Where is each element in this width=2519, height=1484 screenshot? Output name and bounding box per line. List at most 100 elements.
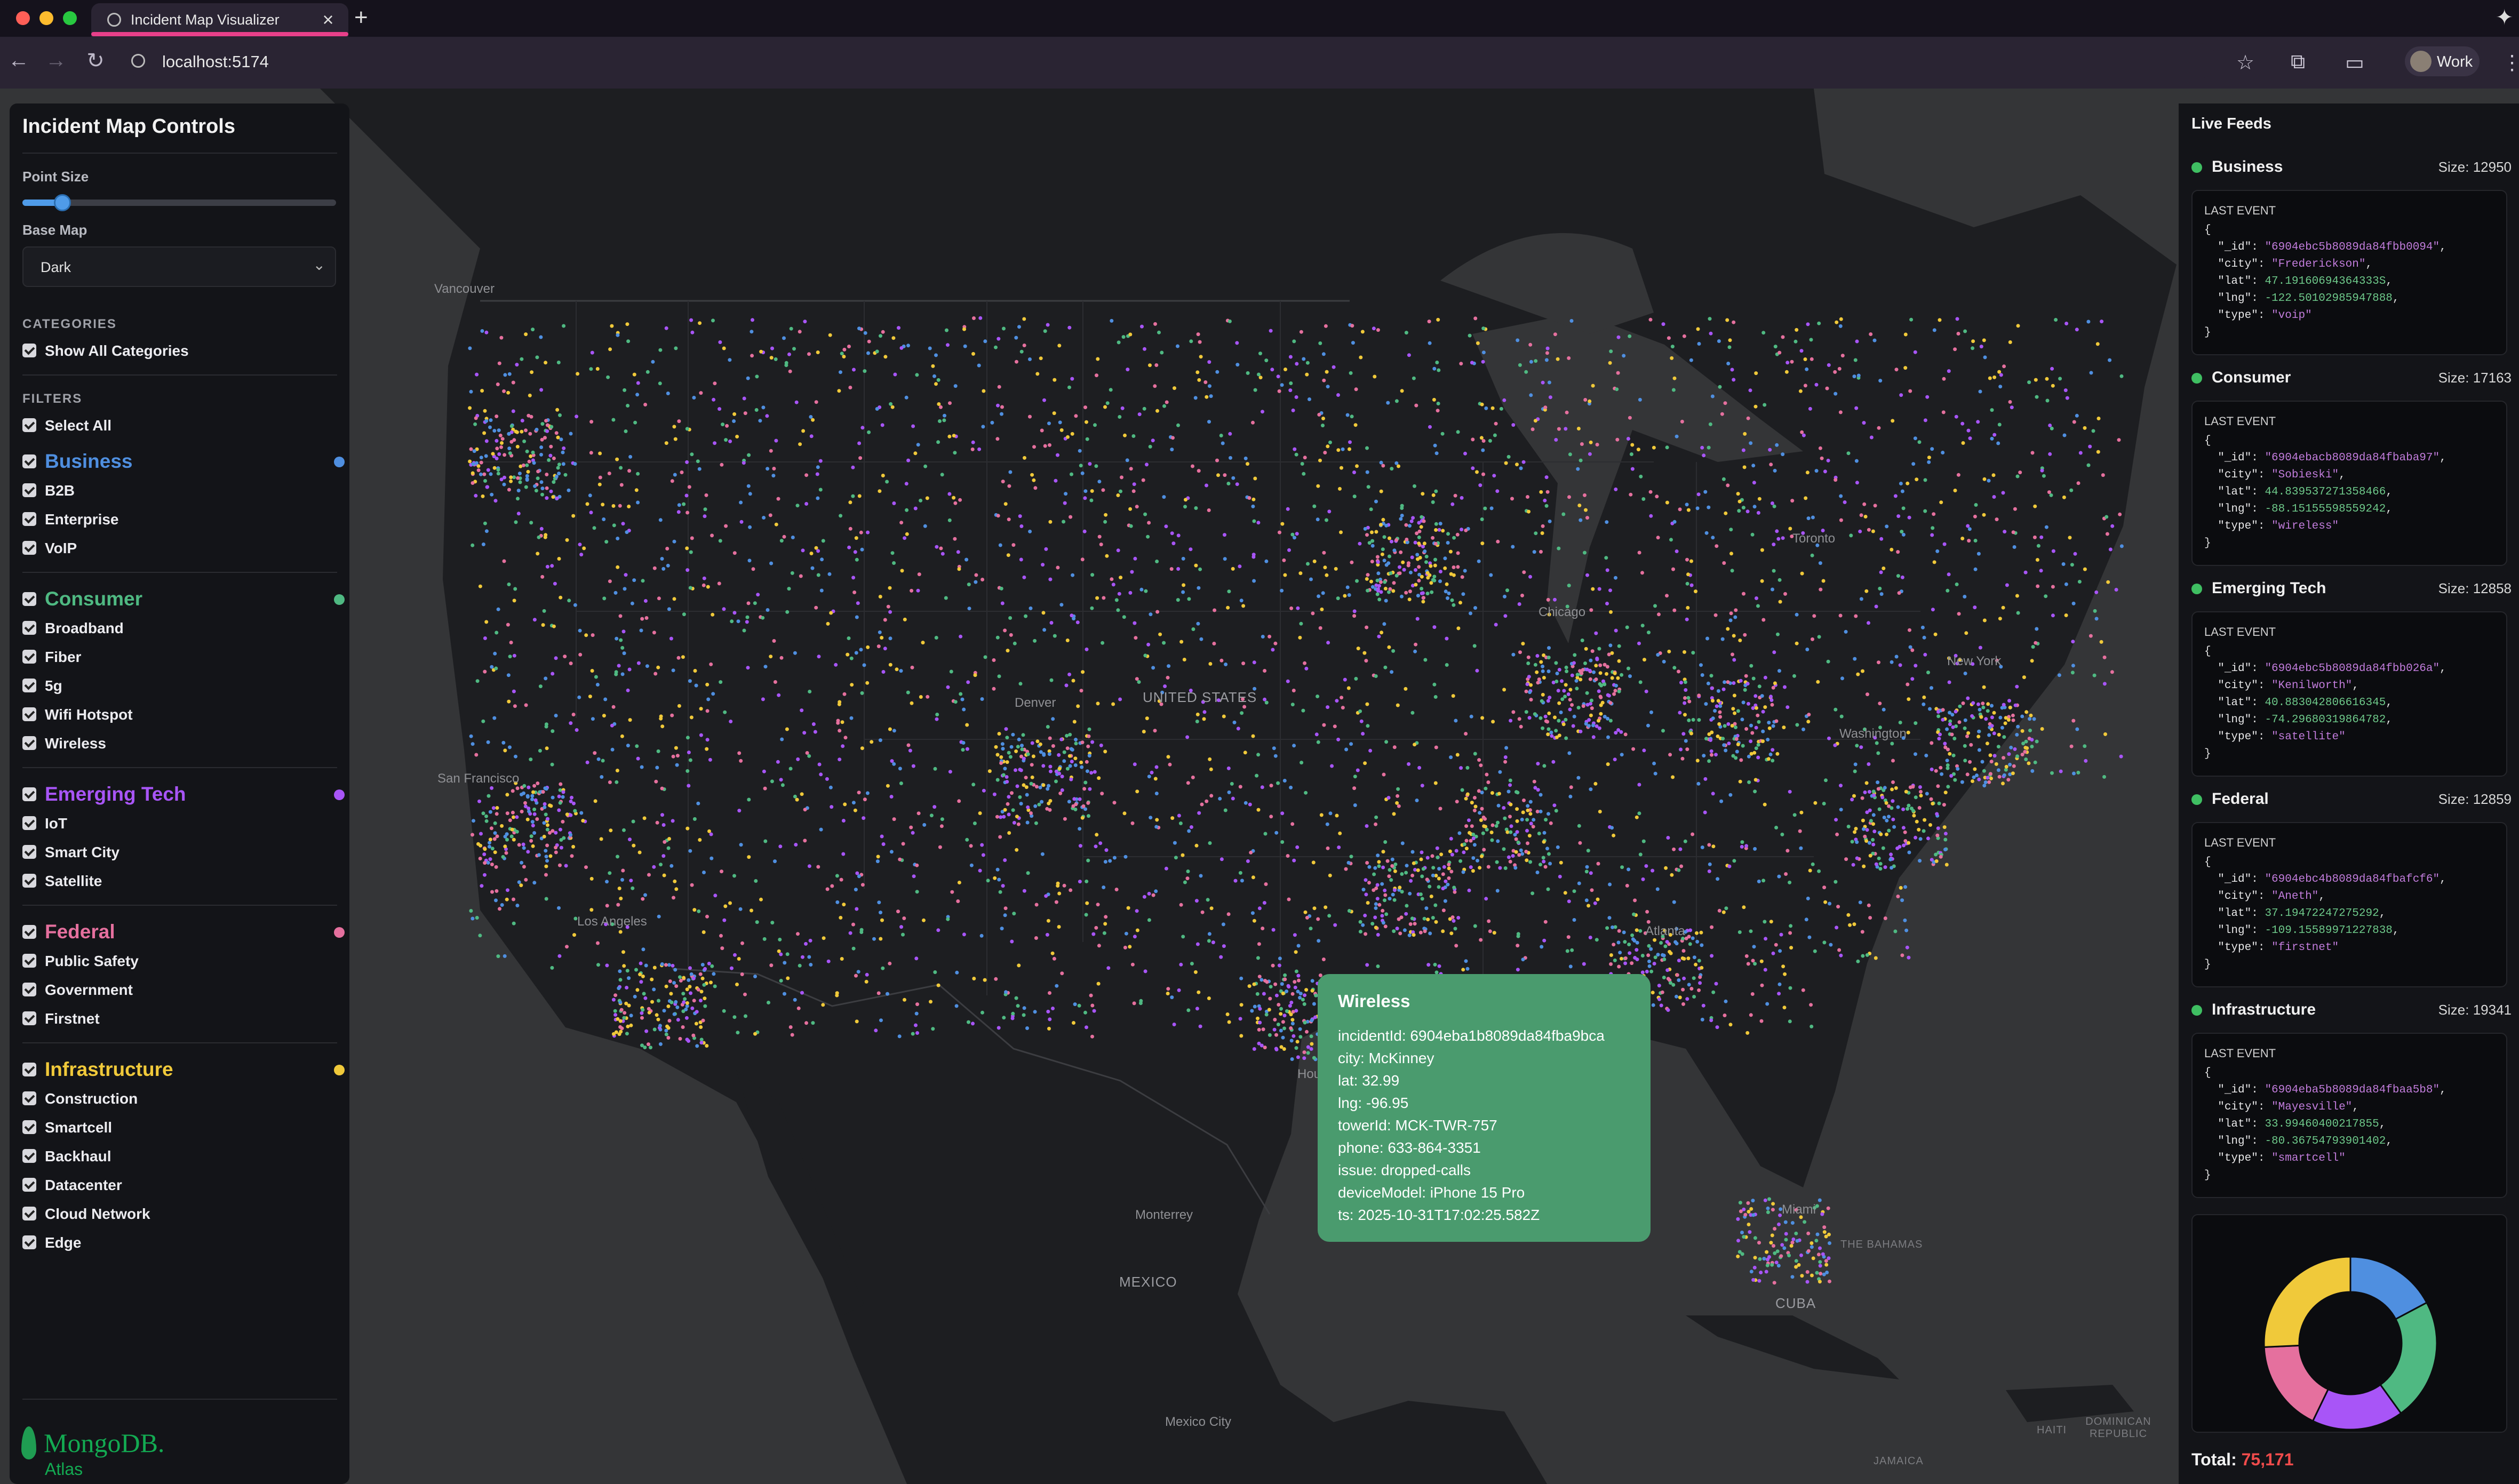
- incident-point[interactable]: [1596, 897, 1600, 901]
- incident-point[interactable]: [1528, 575, 1532, 579]
- incident-point[interactable]: [1405, 904, 1409, 908]
- incident-point[interactable]: [796, 932, 800, 936]
- incident-point[interactable]: [728, 358, 732, 362]
- incident-point[interactable]: [1809, 1003, 1813, 1007]
- incident-point[interactable]: [639, 980, 643, 984]
- incident-point[interactable]: [1318, 341, 1322, 345]
- incident-point[interactable]: [1083, 489, 1088, 493]
- incident-point[interactable]: [1011, 808, 1015, 812]
- incident-point[interactable]: [1186, 1008, 1191, 1012]
- incident-point[interactable]: [1888, 857, 1893, 861]
- incident-point[interactable]: [1584, 898, 1589, 903]
- incident-point[interactable]: [1060, 775, 1064, 779]
- incident-point[interactable]: [1147, 775, 1151, 779]
- incident-point[interactable]: [626, 1024, 630, 1028]
- incident-point[interactable]: [1567, 899, 1571, 904]
- incident-point[interactable]: [1861, 954, 1865, 958]
- incident-point[interactable]: [474, 753, 479, 757]
- incident-point[interactable]: [520, 429, 524, 434]
- incident-point[interactable]: [1014, 996, 1018, 1000]
- incident-point[interactable]: [1480, 854, 1484, 858]
- incident-point[interactable]: [1362, 651, 1367, 655]
- incident-point[interactable]: [559, 827, 562, 832]
- incident-point[interactable]: [491, 806, 496, 810]
- incident-point[interactable]: [883, 647, 887, 651]
- incident-point[interactable]: [1227, 790, 1231, 794]
- incident-point[interactable]: [788, 369, 792, 373]
- incident-point[interactable]: [706, 585, 710, 589]
- incident-point[interactable]: [1940, 772, 1944, 776]
- incident-point[interactable]: [1400, 841, 1405, 845]
- incident-point[interactable]: [616, 855, 619, 859]
- incident-point[interactable]: [1757, 720, 1761, 724]
- incident-point[interactable]: [998, 890, 1002, 894]
- incident-point[interactable]: [835, 991, 839, 995]
- incident-point[interactable]: [517, 880, 521, 884]
- incident-point[interactable]: [1410, 555, 1414, 560]
- incident-point[interactable]: [1718, 710, 1722, 714]
- incident-point[interactable]: [1899, 482, 1903, 485]
- incident-point[interactable]: [1844, 857, 1848, 861]
- incident-point[interactable]: [854, 974, 858, 978]
- incident-point[interactable]: [992, 658, 996, 662]
- incident-point[interactable]: [499, 445, 503, 449]
- incident-point[interactable]: [489, 472, 493, 476]
- incident-point[interactable]: [1376, 964, 1380, 968]
- incident-point[interactable]: [1365, 577, 1369, 581]
- incident-point[interactable]: [1739, 679, 1743, 683]
- incident-point[interactable]: [1925, 792, 1929, 796]
- incident-point[interactable]: [888, 961, 892, 966]
- incident-point[interactable]: [1480, 807, 1484, 811]
- incident-point[interactable]: [1711, 792, 1715, 796]
- incident-point[interactable]: [1033, 804, 1038, 808]
- incident-point[interactable]: [1318, 458, 1322, 462]
- incident-point[interactable]: [544, 787, 548, 791]
- incident-point[interactable]: [1623, 732, 1628, 737]
- incident-point[interactable]: [1997, 732, 2001, 737]
- incident-point[interactable]: [1683, 680, 1687, 684]
- incident-point[interactable]: [1080, 557, 1085, 562]
- incident-point[interactable]: [1913, 350, 1917, 354]
- incident-point[interactable]: [1117, 592, 1121, 596]
- incident-point[interactable]: [1377, 584, 1381, 588]
- incident-point[interactable]: [1290, 822, 1295, 826]
- incident-point[interactable]: [1463, 569, 1467, 573]
- incident-point[interactable]: [1794, 1265, 1798, 1269]
- incident-point[interactable]: [1164, 866, 1168, 871]
- incident-point[interactable]: [1576, 467, 1580, 471]
- incident-point[interactable]: [940, 473, 944, 477]
- incident-point[interactable]: [1548, 861, 1552, 866]
- incident-point[interactable]: [634, 488, 639, 492]
- incident-point[interactable]: [1513, 866, 1518, 870]
- incident-point[interactable]: [1818, 1264, 1822, 1268]
- incident-point[interactable]: [1685, 997, 1689, 1001]
- incident-point[interactable]: [546, 817, 549, 821]
- incident-point[interactable]: [1973, 539, 1978, 542]
- incident-point[interactable]: [1490, 406, 1495, 410]
- incident-point[interactable]: [1525, 682, 1529, 687]
- incident-point[interactable]: [1879, 832, 1883, 836]
- incident-point[interactable]: [1839, 953, 1843, 958]
- incident-point[interactable]: [521, 463, 525, 467]
- incident-point[interactable]: [1997, 370, 2002, 374]
- incident-point[interactable]: [1966, 428, 1971, 433]
- incident-point[interactable]: [780, 737, 784, 741]
- incident-point[interactable]: [1003, 502, 1008, 506]
- incident-point[interactable]: [1766, 1206, 1770, 1210]
- incident-point[interactable]: [1742, 905, 1746, 909]
- incident-point[interactable]: [2015, 684, 2019, 689]
- incident-point[interactable]: [1964, 631, 1968, 635]
- incident-point[interactable]: [1085, 437, 1089, 441]
- incident-point[interactable]: [1172, 1023, 1176, 1026]
- incident-point[interactable]: [1776, 537, 1781, 541]
- incident-point[interactable]: [527, 459, 531, 464]
- incident-point[interactable]: [1037, 802, 1041, 807]
- incident-point[interactable]: [1365, 861, 1369, 865]
- incident-point[interactable]: [1584, 722, 1588, 726]
- incident-point[interactable]: [702, 583, 706, 587]
- incident-point[interactable]: [1761, 331, 1766, 335]
- incident-point[interactable]: [736, 1031, 740, 1035]
- incident-point[interactable]: [2011, 530, 2015, 534]
- incident-point[interactable]: [1976, 702, 1980, 706]
- incident-point[interactable]: [695, 1010, 699, 1014]
